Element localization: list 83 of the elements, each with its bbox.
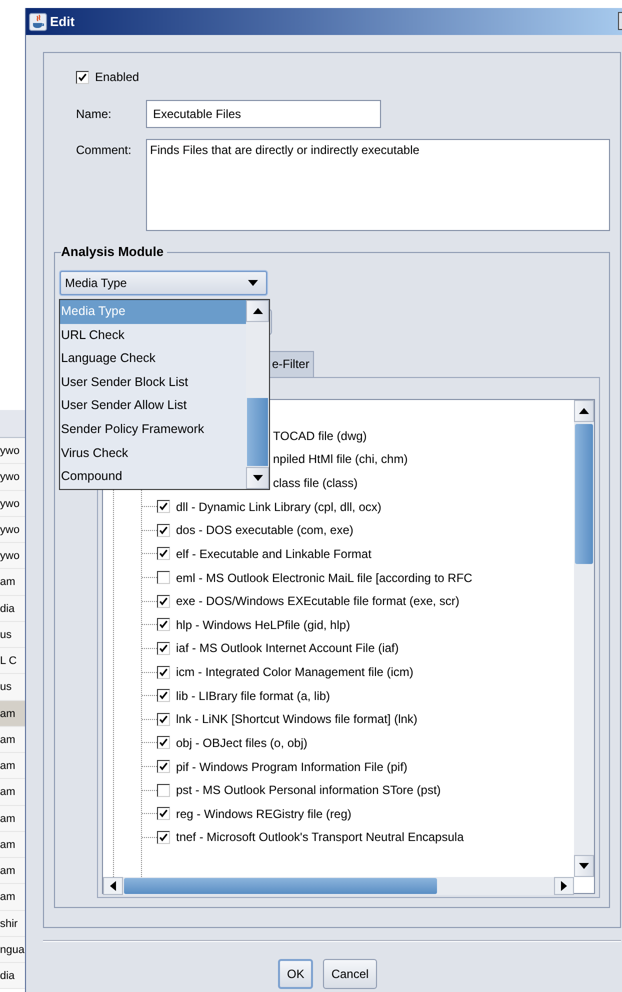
file-type-label: hlp - Windows HeLPfile (gid, hlp) [176,618,350,632]
list-scrollbar[interactable] [246,300,269,489]
checkbox[interactable] [157,571,170,584]
comment-label: Comment: [76,142,132,157]
caret-icon [248,280,258,286]
enabled-label: Enabled [95,70,140,84]
dialog-button[interactable]: Cancel [323,959,377,989]
checkbox[interactable] [76,70,89,84]
checkbox[interactable] [157,689,170,702]
table-cell: am [0,858,25,884]
file-type-label: dos - DOS executable (com, exe) [176,523,354,538]
file-type-label: tnef - Microsoft Outlook's Transport Neutral Encapsula [176,830,464,844]
table-cell: dia [0,963,25,990]
name-field[interactable]: Executable Files [146,100,381,128]
up-arrow-icon [579,408,589,414]
checkbox[interactable] [157,736,170,750]
table-cell: ywo [0,464,25,490]
dropdown-option[interactable]: Virus Check [60,442,246,466]
table-cell: am [0,726,25,753]
file-type-label: pst - MS Outlook Personal information STore (pst) [176,783,441,798]
cup-icon [29,12,47,30]
table-cell: us [0,622,25,648]
file-type-label: class file (class) [273,476,358,490]
down-arrow-icon [252,475,262,481]
table-cell: am [0,832,25,858]
dropdown-option[interactable]: URL Check [60,324,246,348]
module-dropdown[interactable]: Media Type [60,271,267,295]
checkbox[interactable] [157,642,170,655]
file-type-label: icm - Integrated Color Management file (icm) [176,665,414,680]
file-type-label: npiled HtMl file (chi, chm) [273,452,408,466]
checkbox[interactable] [157,594,170,608]
down-arrow-icon [579,863,589,869]
window-title: Edit [50,14,75,29]
file-type-label: exe - DOS/Windows EXEcutable file format (exe, scr) [176,594,460,608]
file-type-label: lnk - LiNK [Shortcut Windows file format] (lnk) [176,712,418,726]
file-type-label: reg - Windows REGistry file (reg) [176,806,352,821]
checkbox[interactable] [157,500,170,514]
table-cell: ywo [0,438,25,464]
right-arrow-icon [561,881,567,891]
checkbox[interactable] [157,830,170,844]
dropdown-option[interactable]: Sender Policy Framework [60,418,246,442]
file-type-label: TOCAD file (dwg) [273,428,367,443]
file-type-label: obj - OBJect files (o, obj) [176,736,308,750]
table-cell: shir [0,910,25,937]
table-cell: am [0,700,25,727]
dropdown-option[interactable]: Language Check [60,347,246,371]
file-type-label: dll - Dynamic Link Library (cpl, dll, ocx) [176,500,382,514]
table-cell: ywo [0,516,25,543]
checkbox[interactable] [157,618,170,632]
vertical-scrollbar[interactable] [574,400,594,877]
file-type-label: pif - Windows Program Information File (pif) [176,760,408,774]
group-title: Analysis Module [61,244,167,259]
file-type-label: lib - LIBrary file format (a, lib) [176,688,330,703]
checkbox[interactable] [157,524,170,537]
table-cell: ngua [0,936,25,963]
checkbox[interactable] [157,712,170,726]
up-arrow-icon [252,308,262,314]
checkbox[interactable] [157,760,170,774]
name-label: Name: [76,107,112,121]
checkbox[interactable] [157,807,170,820]
file-type-label: iaf - MS Outlook Internet Account File (iaf) [176,641,399,656]
dialog-button[interactable]: OK [278,959,314,989]
horizontal-scrollbar[interactable] [103,877,574,895]
table-cell: ywo [0,490,25,517]
table-cell: am [0,884,25,910]
table-cell: us [0,674,25,700]
table-cell: am [0,806,25,832]
dropdown-option[interactable]: Compound [60,465,246,489]
checkbox[interactable] [157,547,170,560]
table-cell: am [0,753,25,780]
table-cell: am [0,779,25,806]
dropdown-option[interactable]: User Sender Allow List [60,394,246,418]
file-type-label: eml - MS Outlook Electronic MaiL file [according to RFC [176,570,472,585]
dropdown-option[interactable]: User Sender Block List [60,370,246,394]
table-cell: L C [0,648,25,674]
table-cell: dia [0,596,25,622]
left-arrow-icon [110,881,116,891]
table-cell: ywo [0,543,25,570]
checkbox[interactable] [157,784,170,797]
table-cell: am [0,569,25,596]
checkbox[interactable] [157,666,170,679]
file-type-label: elf - Executable and Linkable Format [176,546,372,561]
comment-field[interactable]: Finds Files that are directly or indirectly executable [146,139,610,231]
